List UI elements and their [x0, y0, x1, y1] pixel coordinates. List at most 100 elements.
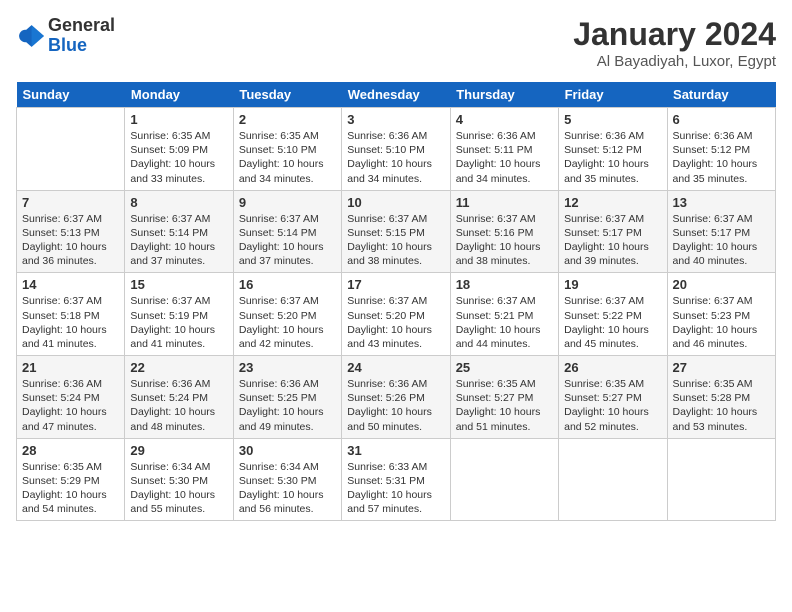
day-of-week-thursday: Thursday [450, 82, 558, 108]
day-info: Sunrise: 6:36 AM Sunset: 5:24 PM Dayligh… [130, 377, 227, 434]
day-number: 5 [564, 112, 661, 127]
calendar-cell: 14Sunrise: 6:37 AM Sunset: 5:18 PM Dayli… [17, 273, 125, 356]
day-info: Sunrise: 6:35 AM Sunset: 5:27 PM Dayligh… [456, 377, 553, 434]
day-info: Sunrise: 6:36 AM Sunset: 5:25 PM Dayligh… [239, 377, 336, 434]
day-info: Sunrise: 6:35 AM Sunset: 5:28 PM Dayligh… [673, 377, 770, 434]
day-info: Sunrise: 6:37 AM Sunset: 5:17 PM Dayligh… [673, 212, 770, 269]
calendar-cell: 28 Sunrise: 6:35 AM Sunset: 5:29 PM Dayli… [17, 438, 125, 521]
day-info: Sunrise: 6:37 AM Sunset: 5:16 PM Dayligh… [456, 212, 553, 269]
calendar-cell: 5 Sunrise: 6:36 AM Sunset: 5:12 PM Daylig… [559, 108, 667, 191]
calendar-cell: 15Sunrise: 6:37 AM Sunset: 5:19 PM Dayli… [125, 273, 233, 356]
day-info: Sunrise: 6:35 AM Sunset: 5:29 PM Dayligh… [22, 460, 119, 517]
day-number: 14 [22, 277, 119, 292]
calendar-body: 1 Sunrise: 6:35 AM Sunset: 5:09 PM Daylig… [17, 108, 776, 521]
calendar-cell: 11Sunrise: 6:37 AM Sunset: 5:16 PM Dayli… [450, 190, 558, 273]
day-number: 16 [239, 277, 336, 292]
day-of-week-saturday: Saturday [667, 82, 775, 108]
calendar-cell [450, 438, 558, 521]
day-number: 7 [22, 195, 119, 210]
calendar-week-2: 7 Sunrise: 6:37 AM Sunset: 5:13 PM Daylig… [17, 190, 776, 273]
day-info: Sunrise: 6:33 AM Sunset: 5:31 PM Dayligh… [347, 460, 444, 517]
calendar-cell: 18Sunrise: 6:37 AM Sunset: 5:21 PM Dayli… [450, 273, 558, 356]
calendar-cell: 21 Sunrise: 6:36 AM Sunset: 5:24 PM Dayli… [17, 356, 125, 439]
day-info: Sunrise: 6:34 AM Sunset: 5:30 PM Dayligh… [130, 460, 227, 517]
calendar-cell: 9 Sunrise: 6:37 AM Sunset: 5:14 PM Daylig… [233, 190, 341, 273]
calendar-table: SundayMondayTuesdayWednesdayThursdayFrid… [16, 82, 776, 521]
day-number: 25 [456, 360, 553, 375]
calendar-cell: 24Sunrise: 6:36 AM Sunset: 5:26 PM Dayli… [342, 356, 450, 439]
calendar-cell [667, 438, 775, 521]
day-of-week-tuesday: Tuesday [233, 82, 341, 108]
day-info: Sunrise: 6:36 AM Sunset: 5:10 PM Dayligh… [347, 129, 444, 186]
day-of-week-monday: Monday [125, 82, 233, 108]
day-info: Sunrise: 6:37 AM Sunset: 5:15 PM Dayligh… [347, 212, 444, 269]
day-number: 22 [130, 360, 227, 375]
day-of-week-friday: Friday [559, 82, 667, 108]
day-number: 30 [239, 443, 336, 458]
day-number: 15 [130, 277, 227, 292]
calendar-week-4: 21 Sunrise: 6:36 AM Sunset: 5:24 PM Dayli… [17, 356, 776, 439]
calendar-cell: 8 Sunrise: 6:37 AM Sunset: 5:14 PM Daylig… [125, 190, 233, 273]
day-info: Sunrise: 6:36 AM Sunset: 5:12 PM Dayligh… [673, 129, 770, 186]
calendar-cell: 2Sunrise: 6:35 AM Sunset: 5:10 PM Daylig… [233, 108, 341, 191]
calendar-cell: 7 Sunrise: 6:37 AM Sunset: 5:13 PM Daylig… [17, 190, 125, 273]
calendar-cell: 29 Sunrise: 6:34 AM Sunset: 5:30 PM Dayli… [125, 438, 233, 521]
day-info: Sunrise: 6:35 AM Sunset: 5:10 PM Dayligh… [239, 129, 336, 186]
day-info: Sunrise: 6:36 AM Sunset: 5:12 PM Dayligh… [564, 129, 661, 186]
calendar-header: SundayMondayTuesdayWednesdayThursdayFrid… [17, 82, 776, 108]
calendar-cell: 20Sunrise: 6:37 AM Sunset: 5:23 PM Dayli… [667, 273, 775, 356]
day-info: Sunrise: 6:34 AM Sunset: 5:30 PM Dayligh… [239, 460, 336, 517]
day-number: 13 [673, 195, 770, 210]
calendar-cell: 12Sunrise: 6:37 AM Sunset: 5:17 PM Dayli… [559, 190, 667, 273]
day-number: 27 [673, 360, 770, 375]
day-info: Sunrise: 6:36 AM Sunset: 5:11 PM Dayligh… [456, 129, 553, 186]
day-info: Sunrise: 6:35 AM Sunset: 5:27 PM Dayligh… [564, 377, 661, 434]
calendar-week-3: 14Sunrise: 6:37 AM Sunset: 5:18 PM Dayli… [17, 273, 776, 356]
location-subtitle: Al Bayadiyah, Luxor, Egypt [573, 53, 776, 70]
calendar-cell: 4Sunrise: 6:36 AM Sunset: 5:11 PM Daylig… [450, 108, 558, 191]
day-number: 6 [673, 112, 770, 127]
day-info: Sunrise: 6:37 AM Sunset: 5:20 PM Dayligh… [239, 294, 336, 351]
day-of-week-wednesday: Wednesday [342, 82, 450, 108]
day-info: Sunrise: 6:37 AM Sunset: 5:13 PM Dayligh… [22, 212, 119, 269]
logo-text: General Blue [48, 16, 115, 56]
day-number: 1 [130, 112, 227, 127]
day-number: 19 [564, 277, 661, 292]
logo-icon [16, 22, 44, 50]
day-info: Sunrise: 6:37 AM Sunset: 5:21 PM Dayligh… [456, 294, 553, 351]
calendar-cell [559, 438, 667, 521]
calendar-week-1: 1 Sunrise: 6:35 AM Sunset: 5:09 PM Daylig… [17, 108, 776, 191]
day-number: 23 [239, 360, 336, 375]
day-number: 24 [347, 360, 444, 375]
calendar-cell: 26Sunrise: 6:35 AM Sunset: 5:27 PM Dayli… [559, 356, 667, 439]
day-info: Sunrise: 6:37 AM Sunset: 5:22 PM Dayligh… [564, 294, 661, 351]
title-block: January 2024 Al Bayadiyah, Luxor, Egypt [573, 16, 776, 70]
day-number: 21 [22, 360, 119, 375]
calendar-cell: 27 Sunrise: 6:35 AM Sunset: 5:28 PM Dayli… [667, 356, 775, 439]
day-info: Sunrise: 6:35 AM Sunset: 5:09 PM Dayligh… [130, 129, 227, 186]
day-number: 12 [564, 195, 661, 210]
calendar-cell: 6 Sunrise: 6:36 AM Sunset: 5:12 PM Daylig… [667, 108, 775, 191]
day-number: 29 [130, 443, 227, 458]
day-info: Sunrise: 6:37 AM Sunset: 5:14 PM Dayligh… [130, 212, 227, 269]
calendar-cell: 3 Sunrise: 6:36 AM Sunset: 5:10 PM Daylig… [342, 108, 450, 191]
calendar-week-5: 28 Sunrise: 6:35 AM Sunset: 5:29 PM Dayli… [17, 438, 776, 521]
calendar-cell: 1 Sunrise: 6:35 AM Sunset: 5:09 PM Daylig… [125, 108, 233, 191]
day-number: 3 [347, 112, 444, 127]
day-number: 20 [673, 277, 770, 292]
calendar-cell: 17Sunrise: 6:37 AM Sunset: 5:20 PM Dayli… [342, 273, 450, 356]
calendar-cell: 16 Sunrise: 6:37 AM Sunset: 5:20 PM Dayli… [233, 273, 341, 356]
day-info: Sunrise: 6:36 AM Sunset: 5:24 PM Dayligh… [22, 377, 119, 434]
day-number: 10 [347, 195, 444, 210]
month-year-title: January 2024 [573, 16, 776, 53]
day-number: 28 [22, 443, 119, 458]
day-number: 17 [347, 277, 444, 292]
calendar-cell: 22 Sunrise: 6:36 AM Sunset: 5:24 PM Dayli… [125, 356, 233, 439]
day-info: Sunrise: 6:37 AM Sunset: 5:14 PM Dayligh… [239, 212, 336, 269]
calendar-cell: 19 Sunrise: 6:37 AM Sunset: 5:22 PM Dayli… [559, 273, 667, 356]
logo-general: General [48, 16, 115, 36]
day-number: 8 [130, 195, 227, 210]
logo-blue: Blue [48, 36, 115, 56]
day-number: 9 [239, 195, 336, 210]
header-row: SundayMondayTuesdayWednesdayThursdayFrid… [17, 82, 776, 108]
